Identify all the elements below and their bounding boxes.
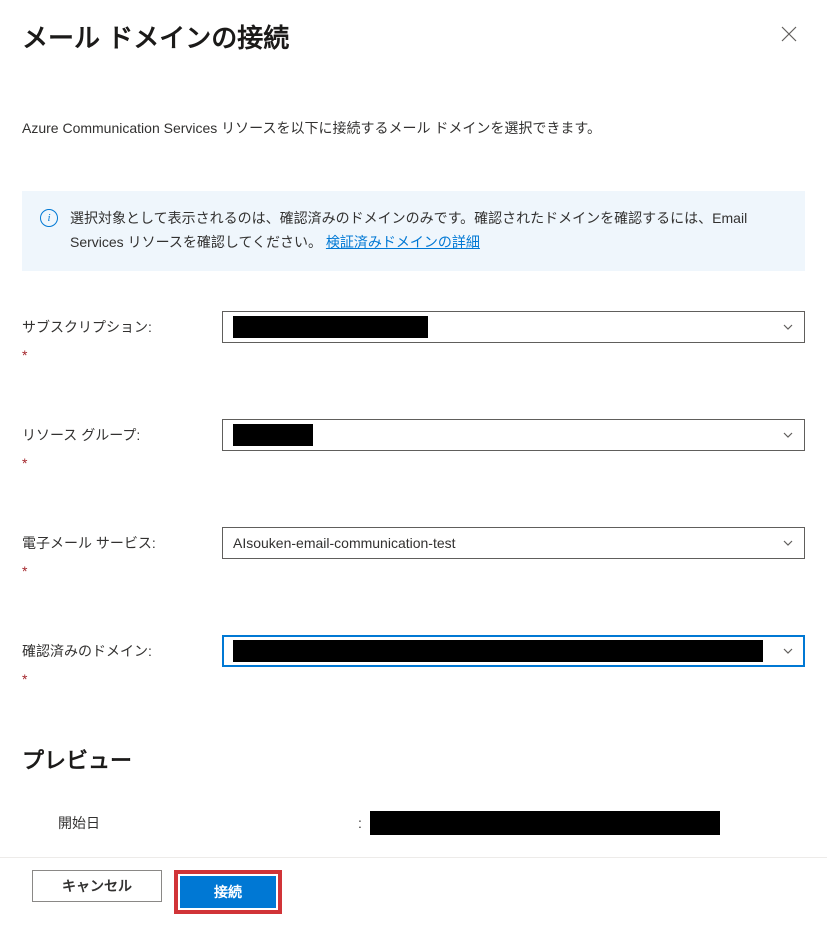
chevron-down-icon	[782, 429, 794, 441]
footer: キャンセル 接続	[0, 857, 827, 926]
subscription-label: サブスクリプション:	[22, 317, 222, 337]
connect-button[interactable]: 接続	[180, 876, 276, 908]
verified-domain-dropdown[interactable]	[222, 635, 805, 667]
email-service-value: AIsouken-email-communication-test	[233, 535, 456, 551]
cancel-button[interactable]: キャンセル	[32, 870, 162, 902]
connect-button-highlight: 接続	[174, 870, 282, 914]
info-banner: i 選択対象として表示されるのは、確認済みのドメインのみです。確認されたドメイン…	[22, 191, 805, 271]
chevron-down-icon	[782, 537, 794, 549]
required-indicator: *	[22, 455, 805, 471]
close-button[interactable]	[773, 18, 805, 52]
resource-group-label: リソース グループ:	[22, 425, 222, 445]
subscription-value-redacted	[233, 316, 428, 338]
description-text: Azure Communication Services リソースを以下に接続す…	[22, 117, 805, 139]
resource-group-value-redacted	[233, 424, 313, 446]
email-service-dropdown[interactable]: AIsouken-email-communication-test	[222, 527, 805, 559]
preview-start-date-row: 開始日 :	[22, 811, 805, 835]
email-service-label: 電子メール サービス:	[22, 533, 222, 553]
close-icon	[781, 26, 797, 42]
subscription-dropdown[interactable]	[222, 311, 805, 343]
info-text: 選択対象として表示されるのは、確認済みのドメインのみです。確認されたドメインを確…	[70, 207, 787, 255]
page-title: メール ドメインの接続	[22, 18, 289, 55]
resource-group-dropdown[interactable]	[222, 419, 805, 451]
preview-start-date-label: 開始日	[58, 813, 358, 833]
preview-start-date-value-redacted	[370, 811, 720, 835]
verified-domains-link[interactable]: 検証済みドメインの詳細	[326, 234, 480, 250]
verified-domain-label: 確認済みのドメイン:	[22, 641, 222, 661]
chevron-down-icon	[782, 321, 794, 333]
required-indicator: *	[22, 563, 805, 579]
preview-colon: :	[358, 815, 362, 831]
info-icon: i	[40, 209, 58, 227]
preview-heading: プレビュー	[22, 743, 805, 775]
chevron-down-icon	[782, 645, 794, 657]
verified-domain-value-redacted	[233, 640, 763, 662]
required-indicator: *	[22, 671, 805, 687]
required-indicator: *	[22, 347, 805, 363]
